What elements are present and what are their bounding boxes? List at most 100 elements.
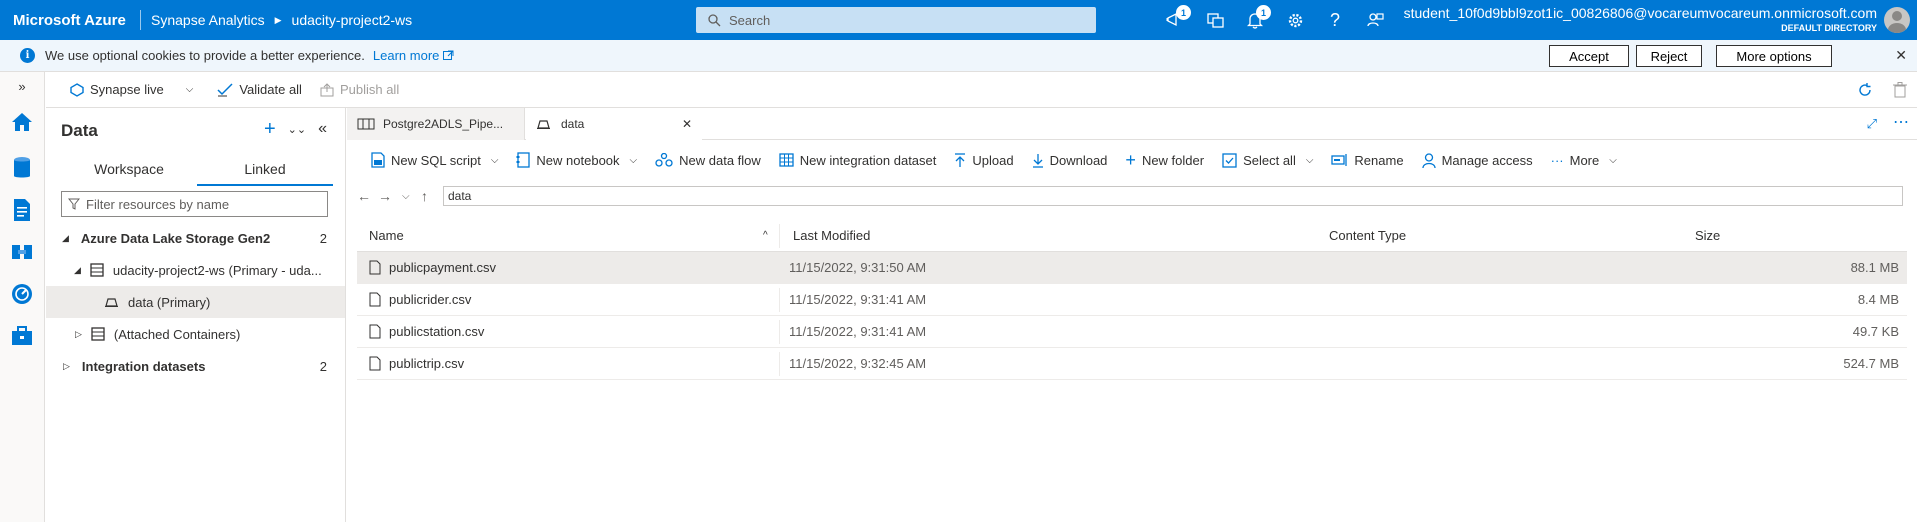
new-notebook-label: New notebook [536, 152, 620, 168]
last-modified-cell: 11/15/2022, 9:31:50 AM [789, 260, 927, 275]
table-row[interactable]: publicrider.csv 11/15/2022, 9:31:41 AM 8… [357, 284, 1907, 316]
file-name-cell: publicpayment.csv [369, 260, 496, 275]
maximize-icon[interactable]: ⤢ [1867, 116, 1877, 132]
user-directory: DEFAULT DIRECTORY [1781, 23, 1877, 33]
table-row[interactable]: publicstation.csv 11/15/2022, 9:31:41 AM… [357, 316, 1907, 348]
more-commands-button[interactable]: ··· More ⌵ [1551, 153, 1617, 168]
expanded-caret-icon: ◢ [74, 264, 81, 275]
feedback-icon [1366, 12, 1384, 26]
column-divider[interactable] [779, 224, 780, 248]
select-all-button[interactable]: Select all ⌵ [1222, 153, 1313, 168]
filter-placeholder: Filter resources by name [86, 196, 230, 212]
tree-item-attached-containers[interactable]: ▷ (Attached Containers) [46, 318, 345, 350]
collapse-panel-icon[interactable]: « [318, 120, 327, 138]
tree-item-adls[interactable]: ◢ Azure Data Lake Storage Gen2 2 [46, 222, 345, 254]
close-tab-icon[interactable]: ✕ [682, 117, 692, 131]
tree-item-data-label: data (Primary) [128, 294, 211, 310]
directory-icon [1206, 12, 1224, 28]
alerts-button[interactable]: 1 [1235, 0, 1275, 40]
feedback-button[interactable] [1355, 0, 1395, 40]
collapsed-caret-icon: ▷ [75, 328, 82, 339]
new-sql-script-button[interactable]: New SQL script ⌵ [371, 152, 498, 168]
manage-access-button[interactable]: Manage access [1421, 152, 1533, 168]
column-header-name[interactable]: Name [369, 228, 404, 243]
switch-directory-button[interactable] [1195, 0, 1235, 40]
more-options-button[interactable]: More options [1716, 45, 1832, 67]
new-integration-dataset-button[interactable]: New integration dataset [779, 153, 936, 168]
publish-all-button[interactable]: Publish all [320, 82, 399, 97]
data-hub-icon[interactable] [8, 154, 36, 182]
help-button[interactable]: ? [1315, 0, 1355, 40]
chevron-down-icon: ⌵ [1609, 154, 1617, 166]
tab-data[interactable]: data ✕ [526, 108, 702, 140]
notebook-icon [516, 152, 531, 168]
accept-cookies-button[interactable]: Accept [1549, 45, 1629, 67]
up-icon[interactable]: ↑ [421, 188, 428, 204]
path-input[interactable]: data [443, 186, 1903, 206]
container-icon [537, 120, 550, 129]
download-button[interactable]: Download [1032, 153, 1107, 168]
storage-icon [90, 263, 104, 277]
back-icon[interactable]: ← [357, 188, 371, 204]
close-icon[interactable]: ✕ [1895, 47, 1907, 64]
tab-workspace[interactable]: Workspace [61, 156, 197, 186]
learn-more-link[interactable]: Learn more [373, 48, 439, 63]
data-panel-tabs: Workspace Linked [61, 156, 333, 186]
chevron-down-icon: ⌵ [629, 154, 638, 166]
discard-icon[interactable] [1893, 82, 1907, 101]
monitor-hub-icon[interactable] [8, 280, 36, 308]
tree-item-data-container[interactable]: data (Primary) [46, 286, 345, 318]
adls-count: 2 [319, 230, 327, 246]
notifications-feed-button[interactable]: 1 [1155, 0, 1195, 40]
forward-icon[interactable]: → [378, 188, 392, 204]
reject-cookies-button[interactable]: Reject [1636, 45, 1702, 67]
add-icon[interactable]: + [264, 119, 276, 139]
tree-item-workspace-storage[interactable]: ◢ udacity-project2-ws (Primary - uda... [46, 254, 345, 286]
file-grid: Name ^ Last Modified Content Type Size p… [357, 220, 1907, 380]
filter-resources-input[interactable]: Filter resources by name [61, 191, 328, 217]
external-link-icon [443, 50, 454, 60]
cookie-message: We use optional cookies to provide a bet… [45, 48, 365, 63]
integrate-hub-icon[interactable] [8, 238, 36, 266]
storage-icon [91, 327, 105, 341]
upload-button[interactable]: Upload [954, 153, 1014, 168]
new-notebook-button[interactable]: New notebook ⌵ [516, 152, 637, 168]
column-header-modified[interactable]: Last Modified [793, 228, 870, 243]
manage-hub-icon[interactable] [8, 322, 36, 350]
person-icon [1421, 152, 1436, 168]
synapse-live-dropdown[interactable]: Synapse live ⌵ [70, 82, 193, 97]
column-header-content-type[interactable]: Content Type [1329, 228, 1406, 243]
more-tabs-icon[interactable]: ⋯ [1893, 112, 1909, 132]
expanded-caret-icon: ◢ [62, 232, 69, 243]
tab-pipeline[interactable]: Postgre2ADLS_Pipe... [347, 108, 525, 140]
expand-rail-icon[interactable]: » [8, 76, 36, 96]
search-icon [708, 13, 721, 26]
develop-hub-icon[interactable] [8, 196, 36, 224]
tree-item-integration-datasets[interactable]: ▷ Integration datasets 2 [46, 350, 345, 382]
file-name-cell: publictrip.csv [369, 356, 464, 371]
chevron-down-icon[interactable]: ⌵ [402, 191, 410, 202]
refresh-icon[interactable] [1857, 82, 1873, 101]
tab-linked[interactable]: Linked [197, 156, 333, 186]
column-header-size[interactable]: Size [1695, 228, 1720, 243]
column-divider [779, 352, 780, 376]
data-flow-icon [655, 153, 673, 167]
validate-all-button[interactable]: Validate all [217, 82, 302, 97]
avatar[interactable] [1884, 7, 1910, 33]
global-search-input[interactable]: Search [696, 7, 1096, 33]
new-folder-button[interactable]: + New folder [1125, 151, 1204, 169]
user-account[interactable]: student_10f0d9bbl9zot1ic_00826806@vocare… [1404, 5, 1877, 33]
info-icon: i [20, 48, 35, 63]
table-row[interactable]: publictrip.csv 11/15/2022, 9:32:45 AM 52… [357, 348, 1907, 380]
breadcrumb-workspace[interactable]: udacity-project2-ws [292, 12, 413, 28]
table-row[interactable]: publicpayment.csv 11/15/2022, 9:31:50 AM… [357, 252, 1907, 284]
validate-all-label: Validate all [239, 82, 302, 97]
collapse-all-icon[interactable]: ⌄⌄ [288, 123, 306, 136]
home-icon[interactable] [8, 108, 36, 136]
new-data-flow-button[interactable]: New data flow [655, 153, 761, 168]
rename-button[interactable]: Rename [1331, 153, 1404, 168]
settings-button[interactable] [1275, 0, 1315, 40]
brand-title[interactable]: Microsoft Azure [0, 12, 140, 29]
breadcrumb-service[interactable]: Synapse Analytics [151, 12, 265, 28]
synapse-live-label: Synapse live [90, 82, 164, 97]
